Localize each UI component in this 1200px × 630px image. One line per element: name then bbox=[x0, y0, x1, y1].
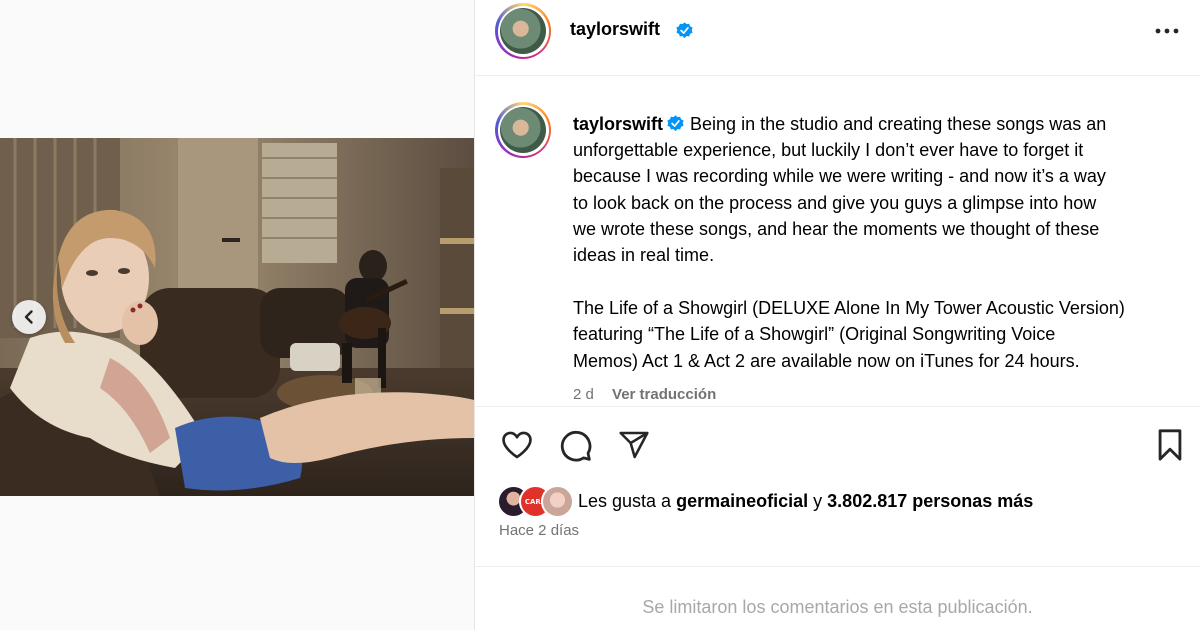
caption-age[interactable]: 2 d bbox=[573, 386, 594, 403]
caption-line: Being in the studio and creating these s… bbox=[690, 114, 1107, 134]
caption-paragraph-2: The Life of a Showgirl (DELUXE Alone In … bbox=[573, 295, 1193, 374]
caption-text: taylorswift Being in the studio and creat… bbox=[573, 111, 1193, 374]
header-username[interactable]: taylorswift bbox=[570, 19, 660, 40]
translate-link[interactable]: Ver traducción bbox=[612, 386, 716, 403]
comments-separator bbox=[475, 566, 1200, 567]
send-icon[interactable] bbox=[617, 429, 651, 461]
actions-separator bbox=[475, 406, 1200, 407]
caption-username[interactable]: taylorswift bbox=[573, 114, 663, 134]
instagram-post-view: taylorswift taylorswift Being in the stud… bbox=[0, 0, 1200, 630]
avatar-image bbox=[500, 8, 546, 54]
avatar-border bbox=[497, 104, 549, 156]
media-panel bbox=[0, 0, 474, 630]
avatar-border bbox=[497, 5, 549, 57]
likes-count-link[interactable]: 3.802.817 personas más bbox=[827, 491, 1033, 511]
avatar[interactable] bbox=[495, 3, 551, 59]
comment-icon[interactable] bbox=[558, 428, 593, 463]
liker-avatar bbox=[541, 485, 574, 518]
caption-line: ideas in real time. bbox=[573, 245, 715, 266]
comments-disabled-note: Se limitaron los comentarios en esta pub… bbox=[642, 597, 1033, 617]
likes-conjunction: y bbox=[813, 491, 823, 511]
caption-block: taylorswift Being in the studio and creat… bbox=[475, 100, 1200, 406]
verified-badge-icon bbox=[667, 115, 684, 132]
likes-prefix: Les gusta a bbox=[578, 491, 672, 511]
caption-avatar[interactable] bbox=[495, 102, 551, 158]
caption-line: we wrote these songs, and hear the momen… bbox=[573, 218, 1100, 239]
post-photo[interactable] bbox=[0, 138, 474, 496]
previous-media-button[interactable] bbox=[12, 300, 46, 334]
more-options-icon[interactable] bbox=[1154, 20, 1180, 42]
bookmark-icon[interactable] bbox=[1155, 428, 1185, 462]
caption-line: to look back on the process and give you… bbox=[573, 192, 1097, 213]
post-timestamp[interactable]: Hace 2 días bbox=[499, 522, 579, 539]
caption-meta: 2 d Ver traducción bbox=[573, 386, 716, 403]
caption-line: Memos) Act 1 & Act 2 are available now o… bbox=[573, 350, 1080, 371]
post-photo-illustration bbox=[0, 138, 474, 496]
likes-summary: Les gusta a germaineoficial y 3.802.817 … bbox=[578, 491, 1033, 512]
heart-icon[interactable] bbox=[499, 428, 535, 462]
verified-badge-icon bbox=[676, 22, 693, 39]
likes-user-link[interactable]: germaineoficial bbox=[676, 491, 808, 511]
caption-line: unforgettable experience, but luckily I … bbox=[573, 140, 1084, 161]
post-header: taylorswift bbox=[475, 0, 1200, 76]
caption-paragraph-1: taylorswift Being in the studio and creat… bbox=[573, 111, 1193, 268]
chevron-left-icon bbox=[24, 310, 33, 324]
caption-line: featuring “The Life of a Showgirl” (Orig… bbox=[573, 324, 1056, 345]
post-details-panel: taylorswift taylorswift Being in the stud… bbox=[475, 0, 1200, 630]
caption-line: because I was recording while we were wr… bbox=[573, 166, 1106, 187]
caption-line: The Life of a Showgirl (DELUXE Alone In … bbox=[573, 298, 1125, 319]
avatar-image bbox=[500, 107, 546, 153]
